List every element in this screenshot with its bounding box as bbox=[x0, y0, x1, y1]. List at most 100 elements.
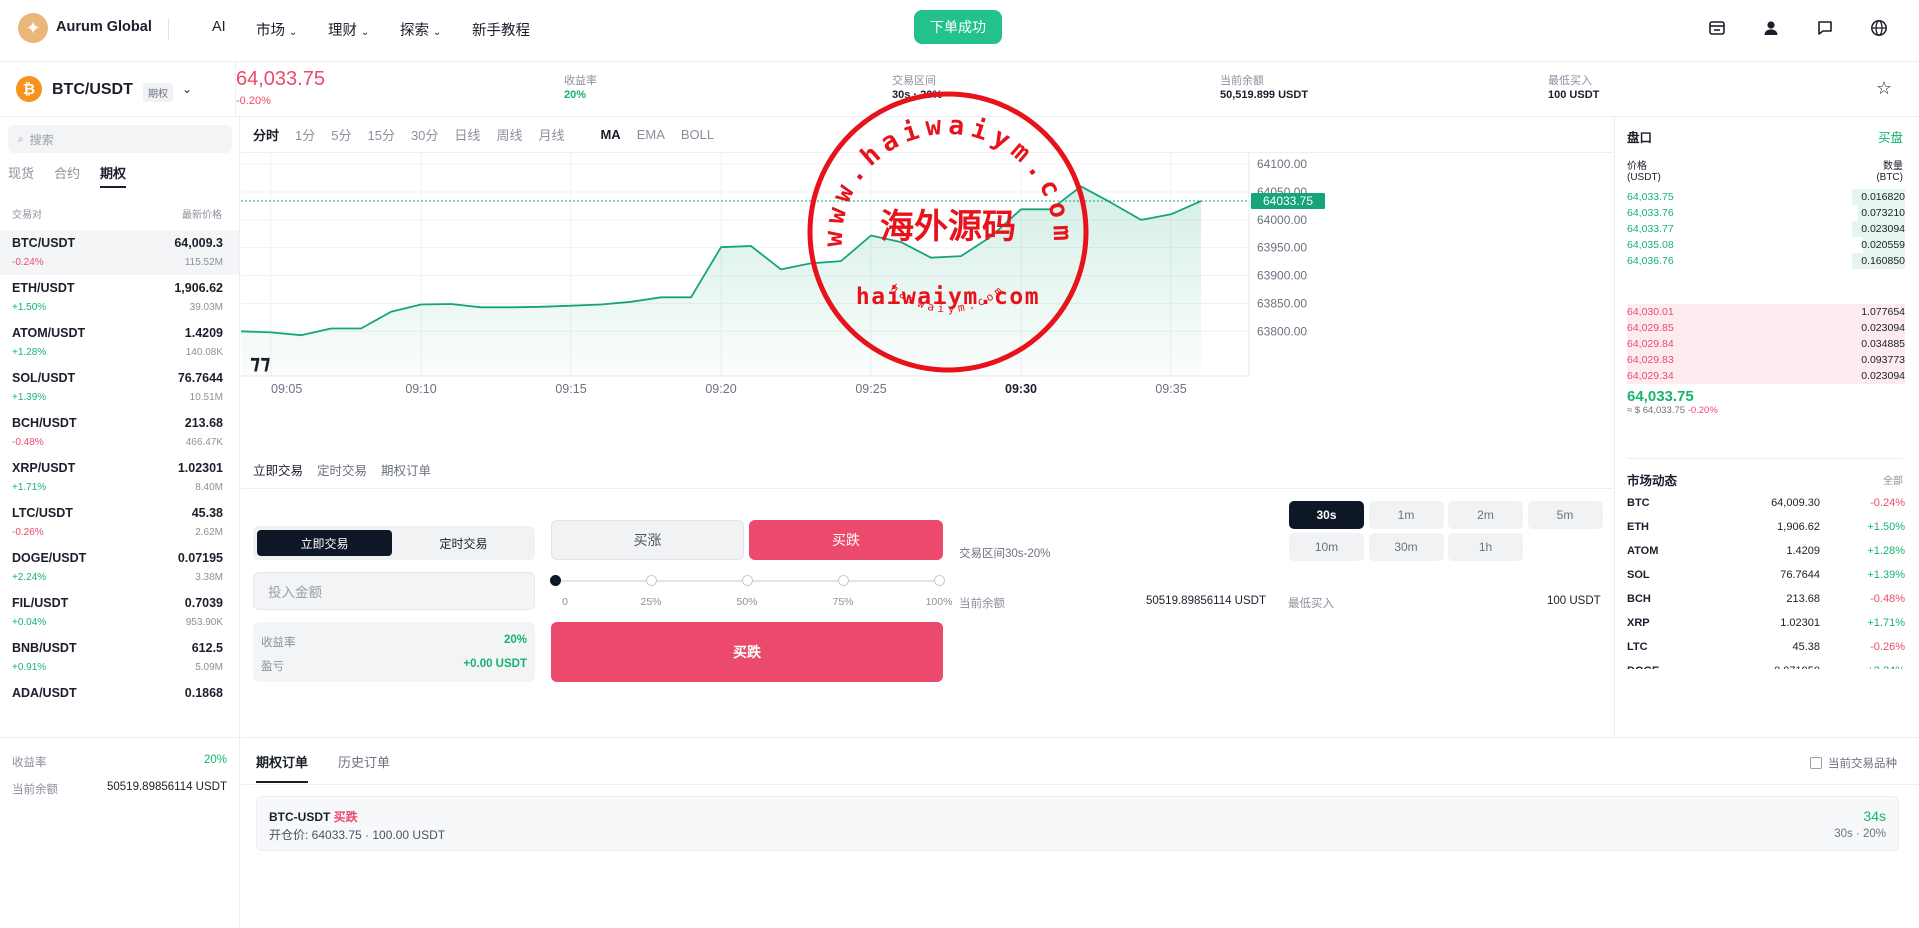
message-icon[interactable] bbox=[1814, 17, 1836, 39]
market-row[interactable]: ETH 1,906.62 +1.50% bbox=[1627, 521, 1905, 545]
pair-row[interactable]: LTC/USDT 45.38 -0.26% 2.62M bbox=[0, 500, 239, 545]
market-row[interactable]: ATOM 1.4209 +1.28% bbox=[1627, 545, 1905, 569]
bid-row[interactable]: 64,035.08 0.020559 bbox=[1627, 237, 1905, 253]
duration-button[interactable]: 1h bbox=[1448, 533, 1523, 561]
bid-row[interactable]: 64,033.75 0.016820 bbox=[1627, 189, 1905, 205]
duration-button[interactable]: 10m bbox=[1289, 533, 1364, 561]
interval-button[interactable]: 日线 bbox=[454, 125, 480, 144]
ask-row[interactable]: 64,029.84 0.034885 bbox=[1627, 336, 1905, 352]
mode-instant-button[interactable]: 立即交易 bbox=[257, 530, 392, 556]
globe-icon[interactable] bbox=[1868, 17, 1890, 39]
summary-balance-row: 当前余额 50519.89856114 USDT bbox=[12, 781, 227, 797]
market-row[interactable]: LTC 45.38 -0.26% bbox=[1627, 641, 1905, 665]
slider-mark[interactable] bbox=[934, 575, 945, 586]
market-row[interactable]: DOGE 0.071950 +2.24% bbox=[1627, 665, 1905, 669]
interval-button[interactable]: 1分 bbox=[295, 125, 315, 144]
market-row[interactable]: BTC 64,009.30 -0.24% bbox=[1627, 497, 1905, 521]
indicator-button[interactable]: MA bbox=[600, 127, 620, 142]
interval-button[interactable]: 15分 bbox=[367, 125, 394, 144]
slider-mark[interactable] bbox=[646, 575, 657, 586]
tab-futures[interactable]: 合约 bbox=[54, 163, 80, 188]
pair-row[interactable]: BNB/USDT 612.5 +0.91% 5.09M bbox=[0, 635, 239, 680]
nav-item-tutorial[interactable]: 新手教程 bbox=[472, 19, 530, 40]
pair-row[interactable]: ATOM/USDT 1.4209 +1.28% 140.08K bbox=[0, 320, 239, 365]
ask-qty: 1.077654 bbox=[1861, 306, 1905, 318]
duration-button[interactable]: 30s bbox=[1289, 501, 1364, 529]
user-icon[interactable] bbox=[1760, 17, 1782, 39]
nav-item-label: 市场 bbox=[256, 23, 285, 39]
tab-history-orders[interactable]: 历史订单 bbox=[338, 752, 390, 783]
pair-symbol: ETH/USDT bbox=[12, 281, 75, 295]
pair-price: 76.7644 bbox=[177, 371, 223, 385]
buy-up-button[interactable]: 买涨 bbox=[551, 520, 744, 560]
duration-button[interactable]: 5m bbox=[1527, 501, 1603, 529]
bid-row[interactable]: 64,036.76 0.160850 bbox=[1627, 253, 1905, 269]
bid-row[interactable]: 64,033.77 0.023094 bbox=[1627, 221, 1905, 237]
brand-logo-icon[interactable]: ✦ bbox=[18, 13, 48, 43]
pair-price: 0.7039 bbox=[184, 596, 223, 610]
pair-row[interactable]: DOGE/USDT 0.07195 +2.24% 3.38M bbox=[0, 545, 239, 590]
interval-button[interactable]: 月线 bbox=[538, 125, 564, 144]
market-row[interactable]: SOL 76.7644 +1.39% bbox=[1627, 569, 1905, 593]
tab-instant-trade[interactable]: 立即交易 bbox=[253, 460, 303, 479]
submit-order-button[interactable]: 买跌 bbox=[551, 622, 943, 682]
pair-row[interactable]: XRP/USDT 1.02301 +1.71% 8.40M bbox=[0, 455, 239, 500]
nav-item-market[interactable]: 市场 ⌄ bbox=[256, 19, 297, 40]
slider-mark[interactable] bbox=[550, 575, 561, 586]
ask-row[interactable]: 64,030.01 1.077654 bbox=[1627, 304, 1905, 320]
slider-mark[interactable] bbox=[742, 575, 753, 586]
favorite-star-icon[interactable]: ☆ bbox=[1876, 78, 1892, 99]
chevron-down-icon[interactable]: ⌄ bbox=[182, 82, 192, 96]
wallet-icon[interactable] bbox=[1706, 17, 1728, 39]
interval-button[interactable]: 30分 bbox=[411, 125, 438, 144]
checkbox-box[interactable] bbox=[1810, 757, 1822, 769]
interval-button[interactable]: 周线 bbox=[496, 125, 522, 144]
indicator-button[interactable]: BOLL bbox=[681, 127, 714, 142]
orderbook-bids-toggle[interactable]: 买盘 bbox=[1878, 127, 1903, 146]
market-feed-all-link[interactable]: 全部 bbox=[1883, 472, 1903, 487]
nav-item-finance[interactable]: 理财 ⌄ bbox=[328, 19, 369, 40]
nav-item-ai[interactable]: AI bbox=[212, 19, 226, 35]
pair-row[interactable]: ADA/USDT 0.1868 bbox=[0, 680, 239, 725]
order-card[interactable]: BTC-USDT 买跌 开仓价: 64033.75 · 100.00 USDT … bbox=[256, 796, 1899, 851]
stat-range: 交易区间 30s · 20% bbox=[892, 75, 942, 102]
pair-price: 64,009.3 bbox=[174, 236, 223, 250]
duration-button[interactable]: 1m bbox=[1368, 501, 1444, 529]
duration-button[interactable]: 2m bbox=[1448, 501, 1523, 529]
current-pair-filter-checkbox[interactable]: 当前交易品种 bbox=[1810, 755, 1897, 771]
nav-item-explore[interactable]: 探索 ⌄ bbox=[400, 19, 441, 40]
slider-mark[interactable] bbox=[838, 575, 849, 586]
market-symbol: ATOM bbox=[1627, 545, 1659, 557]
ask-row[interactable]: 64,029.85 0.023094 bbox=[1627, 320, 1905, 336]
tab-open-option-orders[interactable]: 期权订单 bbox=[256, 752, 309, 783]
search-input[interactable]: ⌕ 搜索 bbox=[8, 125, 232, 153]
pair-row[interactable]: FIL/USDT 0.7039 +0.04% 953.90K bbox=[0, 590, 239, 635]
tab-scheduled-trade[interactable]: 定时交易 bbox=[317, 460, 367, 479]
market-feed-list[interactable]: BTC 64,009.30 -0.24% ETH 1,906.62 +1.50% ATOM 1… bbox=[1615, 497, 1919, 669]
interval-button[interactable]: 5分 bbox=[331, 125, 351, 144]
tab-spot[interactable]: 现货 bbox=[8, 163, 34, 188]
pair-row[interactable]: BCH/USDT 213.68 -0.48% 466.47K bbox=[0, 410, 239, 455]
tab-options[interactable]: 期权 bbox=[100, 163, 127, 188]
price-chart[interactable]: 64100.0064050.0064000.0063950.0063900.00… bbox=[241, 153, 1614, 450]
ask-row[interactable]: 64,029.34 0.023094 bbox=[1627, 368, 1905, 384]
interval-button[interactable]: 分时 bbox=[253, 125, 279, 144]
duration-button[interactable]: 30m bbox=[1368, 533, 1444, 561]
pair-row[interactable]: SOL/USDT 76.7644 +1.39% 10.51M bbox=[0, 365, 239, 410]
amount-input[interactable]: 投入金额 bbox=[253, 572, 535, 610]
pair-row[interactable]: ETH/USDT 1,906.62 +1.50% 39.03M bbox=[0, 275, 239, 320]
orderbook-col-qty: 数量 (BTC) bbox=[1876, 161, 1903, 183]
indicator-button[interactable]: EMA bbox=[637, 127, 665, 142]
tab-option-orders[interactable]: 期权订单 bbox=[381, 460, 431, 479]
bid-row[interactable]: 64,033.76 0.073210 bbox=[1627, 205, 1905, 221]
pair-selector[interactable]: BTC/USDT bbox=[52, 81, 133, 99]
ask-row[interactable]: 64,029.83 0.093773 bbox=[1627, 352, 1905, 368]
pair-row[interactable]: BTC/USDT 64,009.3 -0.24% 115.52M bbox=[0, 230, 239, 275]
market-row[interactable]: XRP 1.02301 +1.71% bbox=[1627, 617, 1905, 641]
pair-volume: 8.40M bbox=[195, 482, 223, 493]
mode-scheduled-button[interactable]: 定时交易 bbox=[396, 530, 531, 556]
brand-name[interactable]: Aurum Global bbox=[56, 19, 152, 35]
market-row[interactable]: BCH 213.68 -0.48% bbox=[1627, 593, 1905, 617]
buy-down-button[interactable]: 买跌 bbox=[749, 520, 943, 560]
bid-qty: 0.016820 bbox=[1861, 191, 1905, 203]
